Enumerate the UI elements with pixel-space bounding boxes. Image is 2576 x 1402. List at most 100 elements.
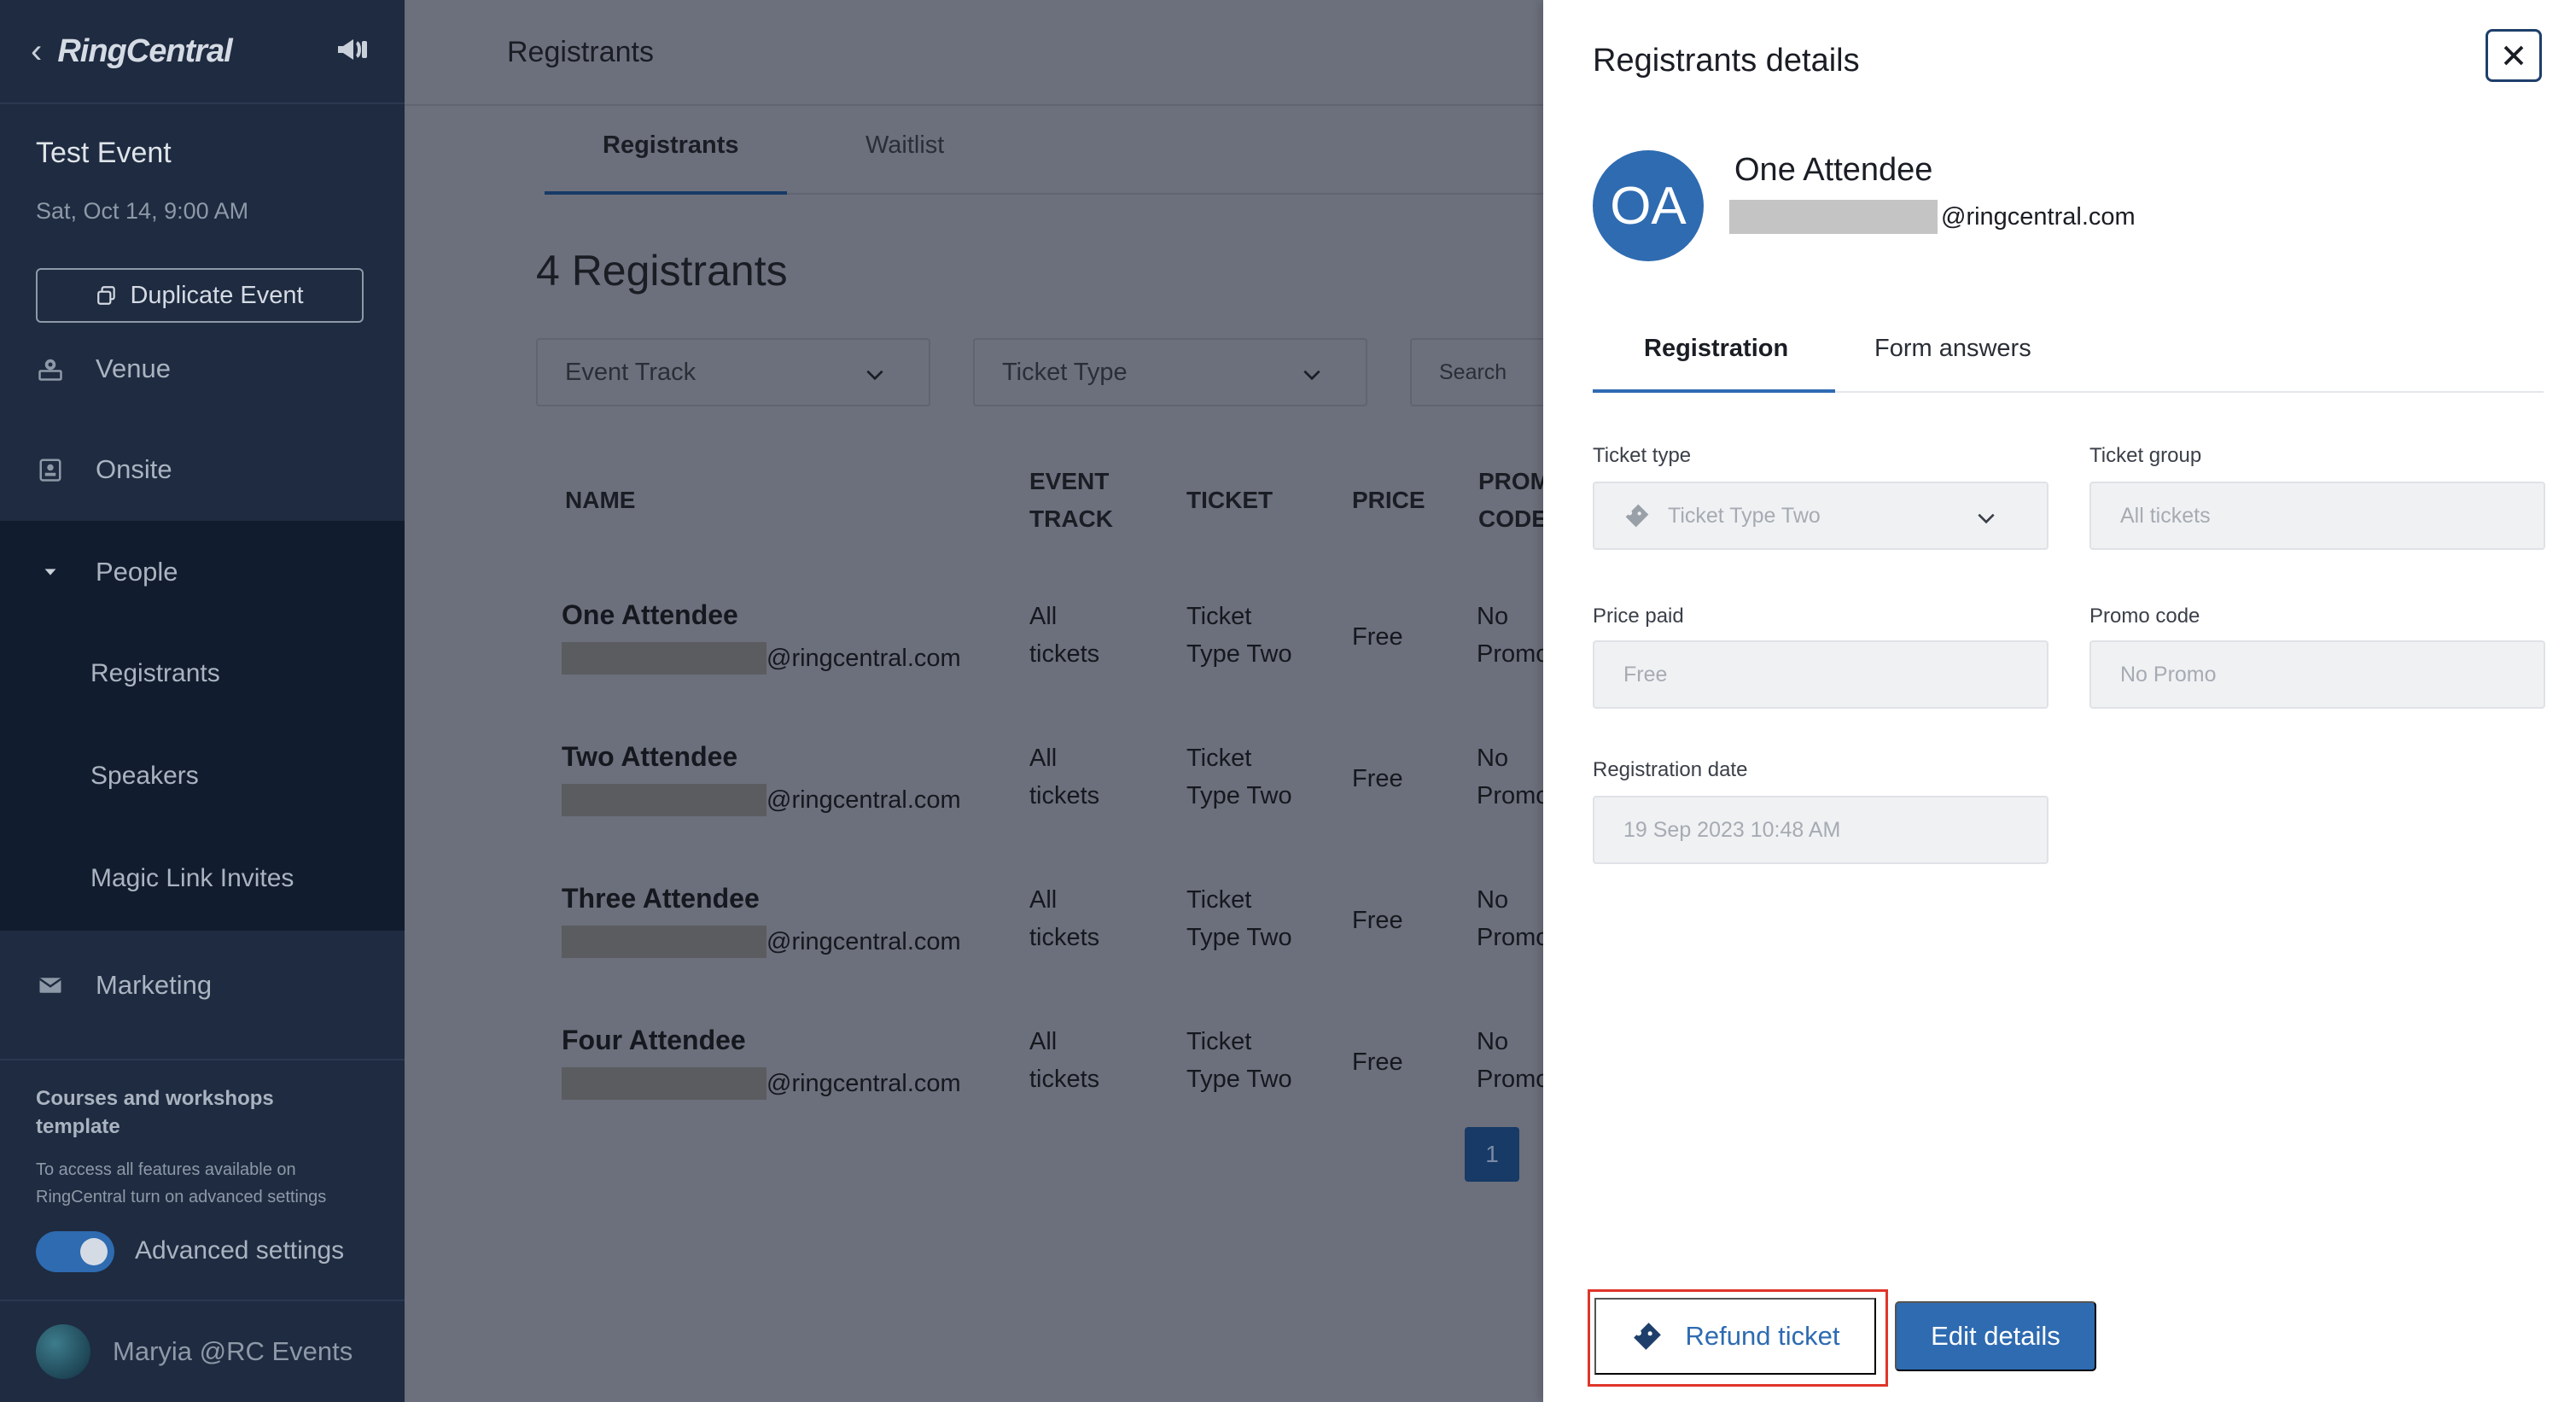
event-title: Test Event	[36, 137, 172, 169]
tab-form-answers[interactable]: Form answers	[1874, 335, 2031, 363]
sidebar-divider	[0, 1059, 405, 1060]
sidebar-item-people[interactable]: People	[0, 529, 405, 615]
ticket-type-label: Ticket type	[1593, 444, 1692, 467]
caret-down-icon	[36, 558, 65, 587]
cell-line: No	[1477, 886, 1509, 914]
event-track-cell: All tickets	[1029, 1023, 1099, 1098]
cell-line: Ticket	[1186, 603, 1252, 630]
sidebar-item-magic-link-invites[interactable]: Magic Link Invites	[90, 864, 294, 893]
tab-waitlist[interactable]: Waitlist	[865, 131, 944, 160]
attendee-email: @ringcentral.com	[1729, 200, 2136, 234]
registrant-name[interactable]: Three Attendee	[562, 883, 760, 914]
back-chevron-icon[interactable]: ‹	[31, 32, 42, 71]
cell-line: Promo	[1477, 924, 1543, 951]
onsite-badge-icon	[36, 455, 65, 484]
tab-underline	[545, 191, 787, 195]
registrant-email: @ringcentral.com	[562, 642, 961, 675]
registrant-name[interactable]: One Attendee	[562, 599, 738, 631]
chevron-down-icon	[1978, 513, 1995, 524]
close-button[interactable]	[2486, 29, 2542, 82]
copy-icon	[97, 286, 116, 305]
ticket-cell: Ticket Type Two	[1186, 1023, 1292, 1098]
cell-line: Promo	[1477, 640, 1543, 668]
registration-date-value: 19 Sep 2023 10:48 AM	[1623, 817, 1841, 842]
sidebar-item-label: People	[96, 557, 178, 587]
main-content: Registrants Registrants Waitlist 4 Regis…	[405, 0, 1581, 1402]
pagination-page-button[interactable]: 1	[1465, 1127, 1519, 1182]
sidebar-item-registrants[interactable]: Registrants	[90, 659, 220, 688]
megaphone-icon[interactable]	[333, 29, 374, 70]
promo-code-field: No Promo	[2089, 640, 2545, 709]
ticket-cell: Ticket Type Two	[1186, 739, 1292, 815]
registrant-name[interactable]: Four Attendee	[562, 1025, 746, 1056]
sidebar: ‹ RingCentral Test Event Sat, Oct 14, 9:…	[0, 0, 405, 1402]
cell-line: Type Two	[1186, 1066, 1292, 1093]
ticket-type-filter[interactable]: Ticket Type	[973, 338, 1367, 406]
registrant-email: @ringcentral.com	[562, 926, 961, 958]
promo-cell: No Promo	[1477, 739, 1543, 815]
column-header-event-track: EVENT TRACK	[1029, 463, 1113, 538]
cell-line: tickets	[1029, 640, 1100, 668]
event-track-filter-label: Event Track	[565, 358, 696, 386]
user-profile[interactable]: Maryia @RC Events	[0, 1300, 405, 1402]
redacted-block	[562, 926, 766, 958]
column-header-line: TRACK	[1029, 505, 1113, 532]
brand-logo[interactable]: RingCentral	[57, 33, 232, 70]
cell-line: All	[1029, 745, 1058, 772]
tab-registration[interactable]: Registration	[1644, 335, 1788, 363]
registrants-count: 4 Registrants	[536, 247, 788, 295]
ticket-group-field: All tickets	[2089, 482, 2545, 550]
registration-date-field: 19 Sep 2023 10:48 AM	[1593, 796, 2049, 864]
sidebar-item-venue[interactable]: Venue	[0, 326, 405, 412]
refund-ticket-button[interactable]: Refund ticket	[1594, 1298, 1876, 1375]
column-header-line: EVENT	[1029, 468, 1110, 494]
redacted-block	[562, 1067, 766, 1100]
cell-line: tickets	[1029, 782, 1100, 809]
tab-underline	[1593, 389, 1835, 393]
promo-code-label: Promo code	[2089, 605, 2200, 628]
toggle-knob	[80, 1238, 108, 1265]
sidebar-item-speakers[interactable]: Speakers	[90, 762, 199, 791]
sidebar-item-onsite[interactable]: Onsite	[0, 427, 405, 512]
cell-line: Ticket	[1186, 745, 1252, 772]
cell-line: No	[1477, 1028, 1509, 1055]
registrant-name[interactable]: Two Attendee	[562, 741, 737, 773]
column-header-line: CODE	[1478, 505, 1543, 532]
column-header-price: PRICE	[1352, 487, 1425, 513]
promo-code-value: No Promo	[2120, 662, 2217, 686]
registrant-email: @ringcentral.com	[562, 1067, 961, 1100]
column-header-ticket: TICKET	[1186, 487, 1273, 513]
event-track-cell: All tickets	[1029, 598, 1099, 673]
event-track-filter[interactable]: Event Track	[536, 338, 930, 406]
ticket-group-label: Ticket group	[2089, 444, 2202, 467]
promo-cell: No Promo	[1477, 1023, 1543, 1098]
email-domain: @ringcentral.com	[766, 927, 961, 955]
mail-icon	[36, 971, 65, 1000]
attendee-name: One Attendee	[1734, 152, 1933, 188]
edit-details-button[interactable]: Edit details	[1895, 1301, 2096, 1371]
price-cell: Free	[1352, 907, 1403, 934]
cell-line: All	[1029, 886, 1058, 914]
column-header-promo-code: PROMO CODE	[1478, 463, 1543, 538]
duplicate-event-button[interactable]: Duplicate Event	[36, 268, 364, 323]
price-cell: Free	[1352, 623, 1403, 651]
chevron-down-icon	[866, 370, 883, 381]
attendee-avatar: OA	[1593, 150, 1704, 261]
ticket-type-value: Ticket Type Two	[1668, 503, 1821, 528]
tab-registrants[interactable]: Registrants	[603, 131, 739, 160]
advanced-settings-label: Advanced settings	[135, 1236, 345, 1265]
cell-line: Ticket	[1186, 886, 1252, 914]
ticket-group-value: All tickets	[2120, 503, 2211, 528]
price-paid-field: Free	[1593, 640, 2049, 709]
panel-title: Registrants details	[1593, 43, 1860, 79]
email-domain: @ringcentral.com	[766, 786, 961, 814]
event-date: Sat, Oct 14, 9:00 AM	[36, 198, 249, 224]
search-placeholder: Search	[1439, 359, 1507, 384]
ticket-type-select[interactable]: Ticket Type Two	[1593, 482, 2049, 550]
sidebar-item-marketing[interactable]: Marketing	[0, 943, 405, 1028]
advanced-settings-toggle[interactable]	[36, 1231, 114, 1272]
ticket-icon	[1625, 504, 1649, 528]
cell-line: Type Two	[1186, 782, 1292, 809]
cell-line: Promo	[1477, 1066, 1543, 1093]
redacted-block	[562, 784, 766, 816]
